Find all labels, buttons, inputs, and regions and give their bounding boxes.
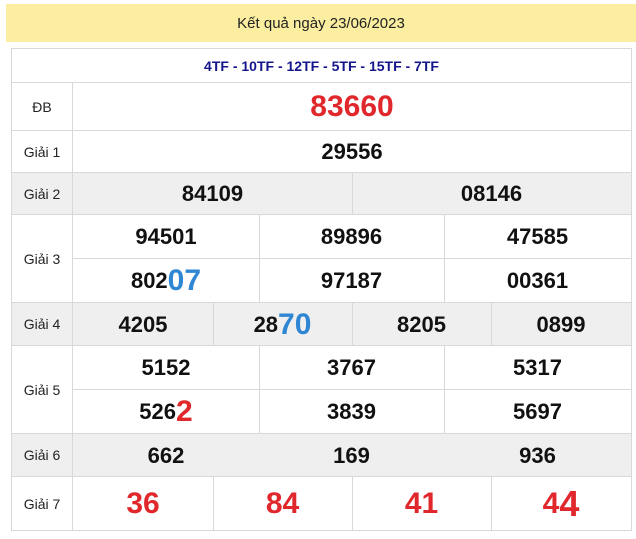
prize-g3-3: 802 07 <box>130 264 202 297</box>
prize-g7-0: 36 <box>126 486 160 520</box>
prize-g3-4: 97187 <box>320 268 383 293</box>
prize-db: 83660 <box>310 90 394 123</box>
row-g7: Giải 7 36 84 41 44 <box>12 477 631 530</box>
prize-g6-0: 662 <box>147 442 185 468</box>
codes-row: 4TF - 10TF - 12TF - 5TF - 15TF - 7TF <box>12 49 631 83</box>
row-g5: Giải 5 5152 3767 5317 526 2 3839 5697 <box>12 346 631 434</box>
label-g7: Giải 7 <box>12 477 73 530</box>
prize-g7-1: 84 <box>265 486 300 520</box>
prize-g4-0: 4205 <box>118 311 168 337</box>
label-g1: Giải 1 <box>12 131 73 172</box>
row-db: ĐB 83660 <box>12 83 631 131</box>
row-g1: Giải 1 29556 <box>12 131 631 173</box>
label-db: ĐB <box>12 83 73 130</box>
prize-g6-2: 936 <box>519 442 556 468</box>
prize-g6-1: 169 <box>333 442 370 468</box>
label-g5: Giải 5 <box>12 346 73 433</box>
row-g2: Giải 2 84109 08146 <box>12 173 631 215</box>
prize-g4-3: 0899 <box>536 311 586 337</box>
label-g4: Giải 4 <box>12 303 73 345</box>
row-g4: Giải 4 4205 28 70 8205 0899 <box>12 303 631 346</box>
prize-g2-0: 84109 <box>181 181 244 206</box>
prize-g5-2: 5317 <box>513 354 562 380</box>
prize-g4-1: 28 70 <box>253 307 312 341</box>
prize-g5-5: 5697 <box>513 399 562 424</box>
results-table: 4TF - 10TF - 12TF - 5TF - 15TF - 7TF ĐB … <box>11 48 632 531</box>
prize-g5-3: 526 2 <box>139 395 193 428</box>
label-g6: Giải 6 <box>12 434 73 476</box>
codes-text: 4TF - 10TF - 12TF - 5TF - 15TF - 7TF <box>204 58 439 74</box>
label-g2: Giải 2 <box>12 173 73 214</box>
results-title: Kết quả ngày 23/06/2023 <box>6 4 636 42</box>
label-g3: Giải 3 <box>12 215 73 302</box>
prize-g3-0: 94501 <box>135 223 197 249</box>
prize-g5-0: 5152 <box>141 354 191 380</box>
prize-g4-2: 8205 <box>397 311 446 337</box>
prize-g3-2: 47585 <box>506 223 569 249</box>
row-g3: Giải 3 94501 89896 47585 802 07 97187 003… <box>12 215 631 303</box>
prize-g7-3: 44 <box>542 482 580 524</box>
prize-g3-1: 89896 <box>320 223 383 249</box>
prize-g2-1: 08146 <box>460 181 523 206</box>
prize-g7-2: 41 <box>404 486 439 520</box>
prize-g1: 29556 <box>321 139 383 164</box>
results-page: Kết quả ngày 23/06/2023 4TF - 10TF - 12T… <box>0 0 636 539</box>
prize-g5-1: 3767 <box>327 354 376 380</box>
prize-g3-5: 00361 <box>506 268 569 293</box>
row-g6: Giải 6 662 169 936 <box>12 434 631 477</box>
prize-g5-4: 3839 <box>327 399 376 424</box>
